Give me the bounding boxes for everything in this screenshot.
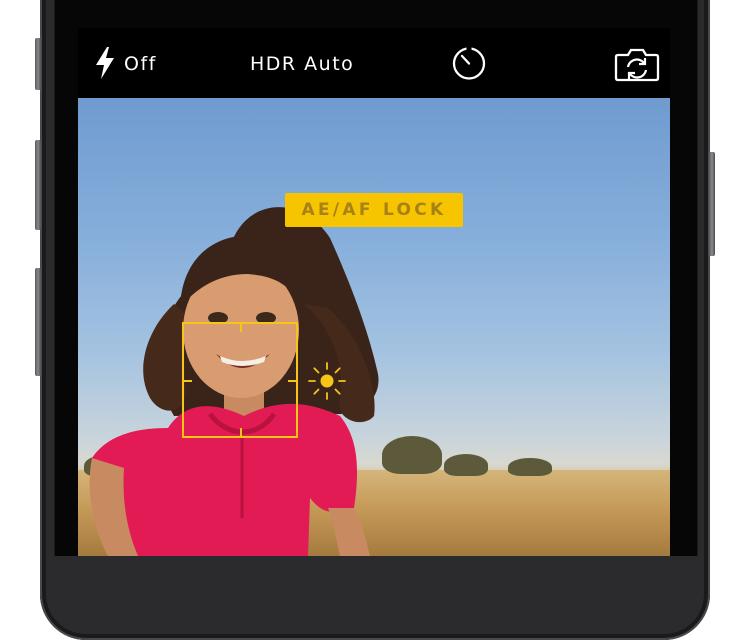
camera-top-bar: Off HDR Auto [78,28,670,98]
volume-down-button [35,268,41,376]
sun-exposure-icon[interactable] [306,360,348,402]
power-button [709,152,715,256]
flash-mode-label[interactable]: Off [124,54,157,74]
ae-af-lock-badge: AE/AF LOCK [285,193,463,227]
subject-girl [89,207,379,556]
camera-switch-icon[interactable] [614,46,660,82]
focus-square[interactable] [182,322,298,438]
focus-tick-right [288,380,296,382]
hdr-toggle[interactable]: HDR Auto [250,54,354,74]
camera-viewfinder[interactable]: AE/AF LOCK [78,98,670,556]
focus-tick-top [240,324,242,332]
flash-icon[interactable] [95,47,115,79]
camera-screen: Off HDR Auto AE/AF LOCK [78,28,670,556]
mute-switch [35,38,41,90]
timer-icon[interactable] [451,45,487,81]
volume-up-button [35,140,41,230]
focus-tick-bottom [240,428,242,436]
focus-tick-left [184,380,192,382]
